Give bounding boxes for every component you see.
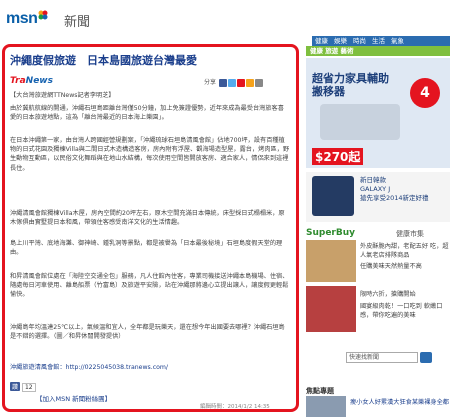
nav-item-health[interactable]: 健康 [312, 36, 331, 46]
nav-item-fashion[interactable]: 時尚 [350, 36, 369, 46]
share-bar: 分享 [204, 77, 263, 87]
nav-item-life[interactable]: 生活 [369, 36, 388, 46]
ad-product-image [320, 104, 400, 140]
ad-phone-text: 新日韓款 GALAXY J 搶先享受2014新定好禮 [360, 176, 429, 203]
fb-like-button[interactable]: 讚 [10, 382, 21, 391]
top-nav: 健康 娛樂 時尚 生活 氣象 [312, 36, 450, 46]
superbuy-subtitle: 健康市集 [396, 230, 424, 238]
join-fanpage-link[interactable]: 【加入MSN 新聞粉絲團】 [36, 393, 111, 403]
article-paragraph: 沖繩島年均溫達25℃以上，氣候溫和宜人，全年都是玩樂天，還在想今年出國要去哪裡？… [10, 324, 285, 341]
article-paragraph: 和昇清風會館位處在「海陸空交通全包」服務，凡人住館內住客，專業司機接送沖繩本島機… [10, 273, 289, 299]
facebook-icon[interactable] [218, 78, 227, 87]
focus-section-title: 焦點專題 [306, 387, 334, 395]
ad-title-line: 搬移器 [312, 85, 345, 98]
phone-image [312, 176, 354, 216]
ad-title-line: 超省力家具輔助 [312, 72, 389, 85]
butterfly-icon [38, 10, 48, 20]
focus-link[interactable]: 瘦小女人好累漢大狂食某樂裸身全都 [350, 398, 450, 407]
msn-logo[interactable]: msn [6, 10, 48, 28]
search-input[interactable]: 快速找新聞 [346, 352, 418, 363]
nav-item-weather[interactable]: 氣象 [388, 36, 407, 46]
ad-phone-line: 搶先享受2014新定好禮 [360, 194, 429, 202]
nav-item-entertainment[interactable]: 娛樂 [331, 36, 350, 46]
product-link[interactable]: 限時六折，搶購開始 [360, 290, 450, 299]
ad-title: 超省力家具輔助 搬移器 [312, 72, 389, 98]
article-paragraph: 在日本沖繩第一家，由台灣人跨國經營規劃案，「沖繩琉球石垣島清風會館」佔地700坪… [10, 137, 290, 172]
ad-phone-line: GALAXY J [360, 185, 391, 193]
tranews-logo-tra: Tra [10, 76, 26, 86]
focus-image[interactable] [306, 396, 346, 417]
ad-badge: 4 [410, 78, 440, 108]
fb-like-widget: 讚 12 [10, 382, 36, 392]
share-label: 分享 [204, 79, 217, 86]
product-link[interactable]: 國宴級肉乾！一口吃到 軟嫩口感，帶你吃遍的美味 [360, 302, 450, 320]
twitter-icon[interactable] [227, 78, 236, 87]
fb-like-count: 12 [21, 383, 36, 392]
edit-time: 編輯時間：2014/1/2 14:35 [200, 404, 270, 410]
email-icon[interactable] [254, 78, 263, 87]
product-link[interactable]: 任購美味天然熱量不高 [360, 262, 450, 271]
right-column-header: 健康 旅遊 藝術 [306, 46, 450, 56]
tranews-logo-news: News [25, 76, 53, 86]
ad-price: $270起 [312, 148, 364, 165]
article-link[interactable]: 沖繩旅遊清風會館：http://0225045038.tranews.com/ [10, 363, 290, 372]
right-header-text: 健康 旅遊 藝術 [310, 47, 354, 55]
article-paragraph: 由於冀航航線的開通，沖繩石垣島距離台灣僅50分鐘，加上免簽證優勢，近年來成為最受… [10, 105, 284, 122]
article-paragraph: 沖繩清風會館獨棟Villa木屋，房內空間約20坪左右，原木空間充滿日本傳統，床型… [10, 210, 285, 227]
ad-phone-line: 新日韓款 [360, 176, 386, 184]
section-title[interactable]: 新聞 [64, 11, 90, 30]
article-headline: 沖繩度假旅遊 日本島國旅遊台灣最愛 [10, 54, 197, 67]
share-icon[interactable] [245, 78, 254, 87]
product-image[interactable] [306, 240, 356, 282]
article-paragraph: 島上川平灣、底地海灘、御神崎、鍾乳洞等景點，都是被譽為「日本最後秘境」石垣島度假… [10, 240, 283, 257]
superbuy-logo[interactable]: SuperBuy [306, 228, 355, 238]
logo-text: msn [6, 10, 38, 27]
search-button[interactable] [420, 352, 432, 363]
article-paragraph: 【大台灣旅遊網TTNews記者李明芝】 [10, 92, 115, 99]
product-link[interactable]: 外皮酥脆內甜，老配五好 吃，超人氣老店排隊商品 [360, 242, 450, 260]
tranews-logo[interactable]: TraNews [10, 76, 53, 86]
plurk-icon[interactable] [236, 78, 245, 87]
product-image[interactable] [306, 286, 356, 332]
